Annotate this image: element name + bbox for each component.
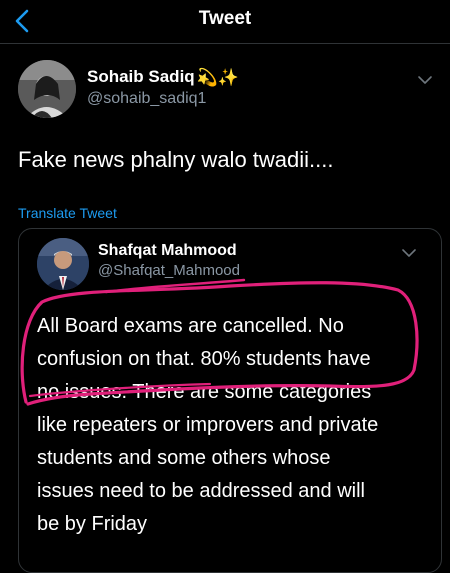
chevron-down-icon [418,76,432,84]
quoted-tweet-options-button[interactable] [400,246,418,258]
quoted-text-line: like repeaters or improvers and private [37,414,379,436]
chevron-down-icon [402,249,416,257]
translate-tweet-link[interactable]: Translate Tweet [18,205,117,221]
quoted-tweet-text: All Board exams are cancelled. No confus… [37,310,437,541]
quoted-text-line: be by Friday [37,513,148,535]
page-title: Tweet [198,8,252,29]
author-emoji: 💫✨ [196,67,240,87]
author-avatar[interactable] [18,60,76,118]
quoted-author-handle[interactable]: @Shafqat_Mahmood [98,262,240,279]
tweet-options-button[interactable] [416,73,434,85]
quoted-author-avatar[interactable] [37,238,89,290]
author-name-text: Sohaib Sadiq [87,67,195,86]
tweet-text: Fake news phalny walo twadii.... [18,147,334,172]
author-name[interactable]: Sohaib Sadiq 💫✨ [87,67,239,88]
quoted-text-line: students and some others whose [37,447,331,469]
quoted-text-line: no issues. There are some categories [37,381,372,403]
quoted-text-line: confusion on that. 80% students have [37,348,371,370]
top-bar: Tweet [0,0,450,44]
quoted-author-name[interactable]: Shafqat Mahmood [98,242,237,260]
quoted-text-line: issues need to be addressed and will [37,480,365,502]
author-handle[interactable]: @sohaib_sadiq1 [87,90,206,108]
quoted-text-line: All Board exams are cancelled. No [37,315,344,337]
